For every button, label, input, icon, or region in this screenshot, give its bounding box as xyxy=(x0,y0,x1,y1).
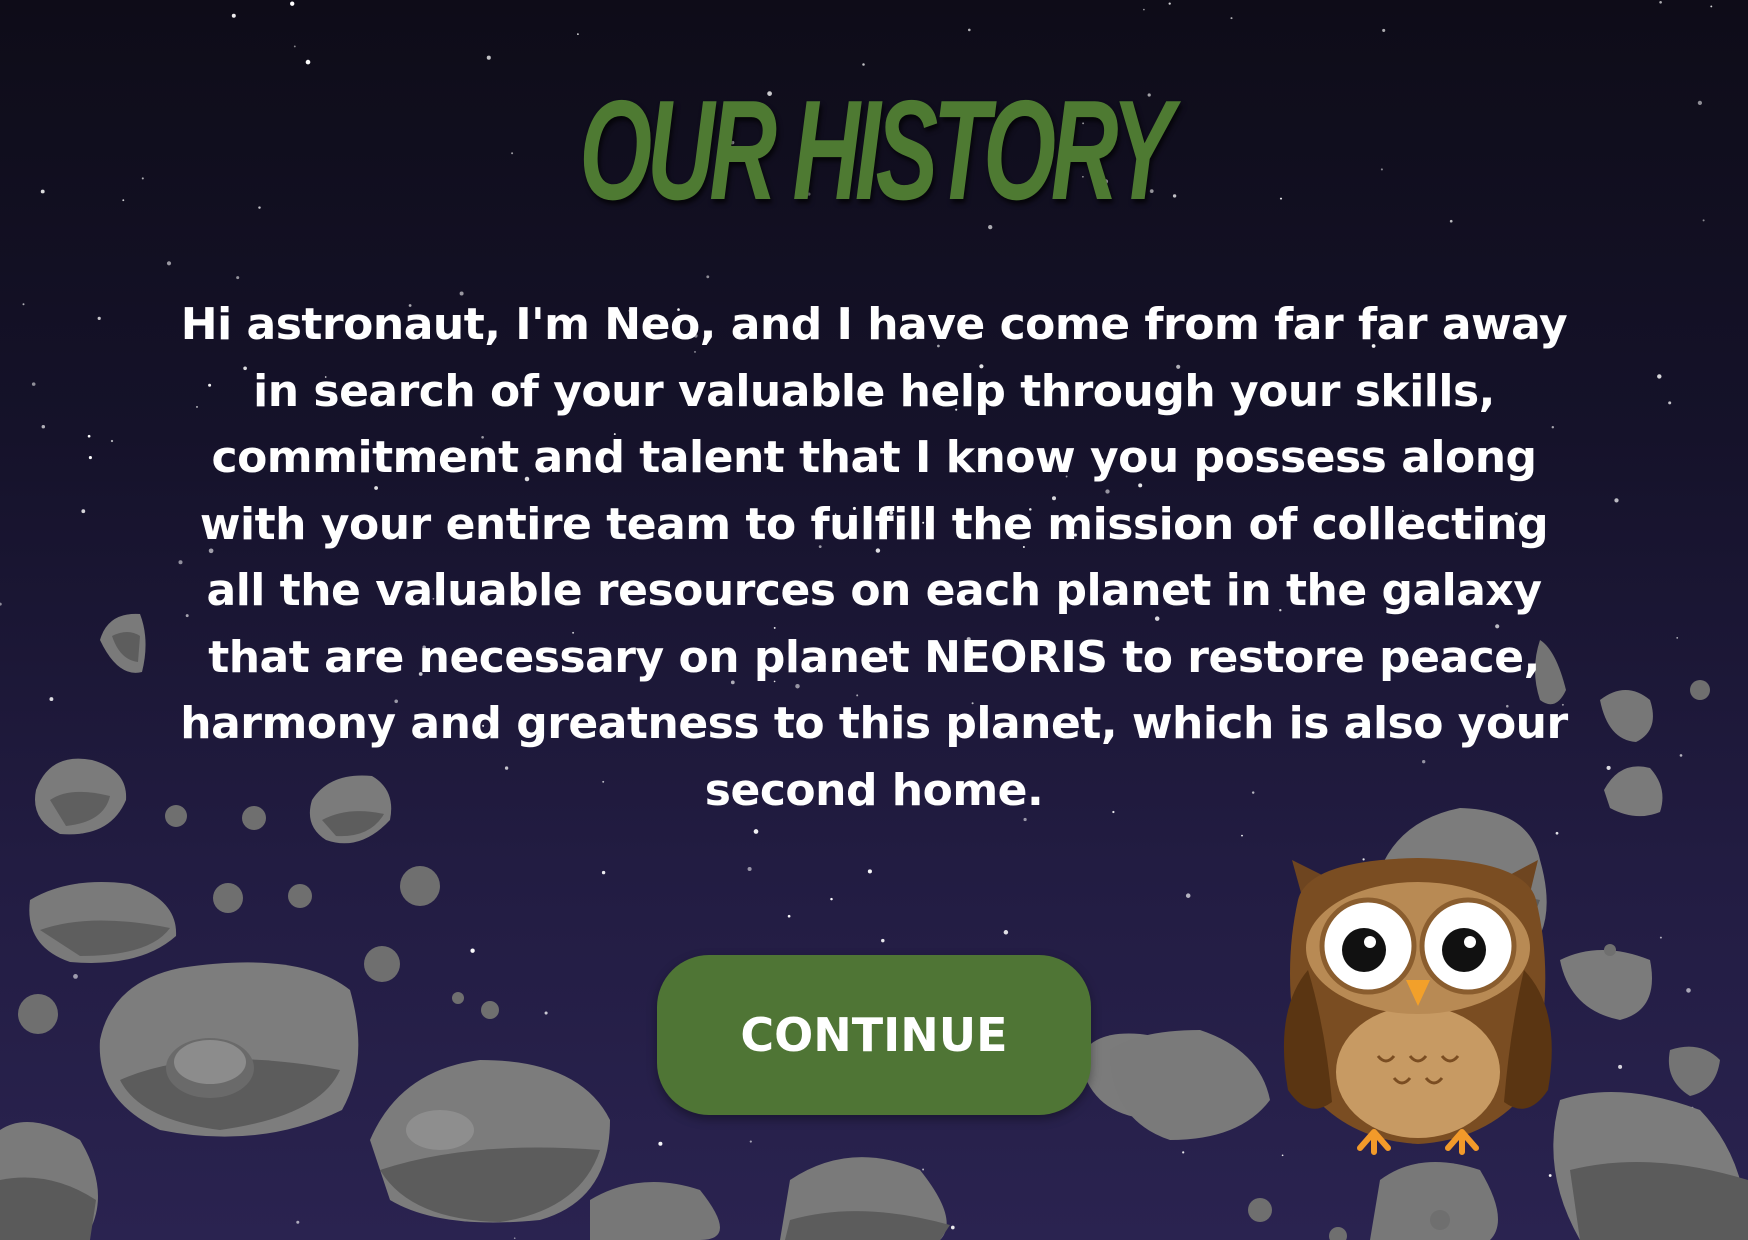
star xyxy=(31,382,36,386)
star xyxy=(577,33,579,35)
asteroid xyxy=(1553,1092,1748,1240)
star xyxy=(1230,17,1233,20)
asteroid xyxy=(100,613,146,673)
star xyxy=(1182,1151,1185,1154)
owl-mascot-icon xyxy=(1283,858,1552,1155)
page-title: OUR HISTORY xyxy=(579,71,1174,230)
star xyxy=(88,456,92,460)
star xyxy=(1657,374,1662,379)
continue-button[interactable]: CONTINUE xyxy=(657,955,1091,1115)
star xyxy=(305,59,311,65)
asteroid xyxy=(35,758,127,835)
asteroid xyxy=(370,1060,610,1223)
star xyxy=(81,509,86,514)
star xyxy=(706,275,710,279)
asteroid xyxy=(1600,690,1653,742)
star xyxy=(1382,28,1386,32)
star xyxy=(601,870,606,875)
star xyxy=(753,829,759,834)
star xyxy=(1606,765,1611,770)
star xyxy=(747,866,752,872)
star xyxy=(293,45,296,48)
asteroid xyxy=(99,962,359,1137)
star xyxy=(1710,5,1713,8)
star xyxy=(1185,893,1191,898)
star xyxy=(470,948,475,953)
star xyxy=(0,602,2,606)
asteroid xyxy=(780,1157,950,1240)
star xyxy=(258,206,261,209)
star xyxy=(73,974,78,979)
star xyxy=(1548,1174,1552,1177)
star xyxy=(1676,637,1679,639)
asteroid xyxy=(1668,1046,1720,1096)
star xyxy=(881,938,885,943)
star xyxy=(950,1225,955,1230)
star xyxy=(87,434,91,438)
story-text: Hi astronaut, I'm Neo, and I have come f… xyxy=(180,299,1568,816)
star xyxy=(922,1168,925,1171)
star xyxy=(749,1140,752,1143)
star xyxy=(513,1237,516,1240)
star xyxy=(166,261,172,266)
star xyxy=(544,1011,548,1015)
star xyxy=(1679,754,1683,757)
asteroid xyxy=(590,1182,720,1240)
star xyxy=(231,13,236,18)
history-screen: OUR HISTORY Hi astronaut, I'm Neo, and I… xyxy=(0,0,1748,1240)
star xyxy=(1659,936,1662,939)
star xyxy=(122,199,125,202)
star xyxy=(40,189,45,194)
star xyxy=(41,424,46,429)
star xyxy=(1702,219,1705,222)
star xyxy=(141,177,144,180)
star xyxy=(1241,834,1243,837)
star xyxy=(1659,0,1662,4)
star xyxy=(867,869,872,874)
star xyxy=(296,1220,300,1224)
star xyxy=(1686,988,1691,993)
star xyxy=(1668,401,1672,405)
asteroid xyxy=(1604,766,1663,817)
star xyxy=(658,1141,663,1146)
star xyxy=(1618,1064,1623,1069)
star xyxy=(290,1,295,6)
star xyxy=(1003,930,1009,935)
asteroid xyxy=(29,882,177,963)
star xyxy=(1614,498,1619,503)
star xyxy=(1555,831,1559,835)
star xyxy=(97,316,101,320)
star xyxy=(110,439,114,443)
asteroid xyxy=(1370,1162,1498,1240)
star xyxy=(967,28,971,32)
star xyxy=(787,914,791,918)
star xyxy=(830,897,833,901)
star xyxy=(22,303,25,306)
star xyxy=(236,276,240,280)
asteroid xyxy=(1560,950,1652,1020)
asteroid xyxy=(0,1122,98,1240)
star xyxy=(862,63,865,66)
star xyxy=(49,697,54,702)
star xyxy=(1168,2,1171,5)
star xyxy=(1143,8,1145,11)
star xyxy=(486,55,491,60)
star xyxy=(1697,100,1703,106)
asteroid xyxy=(1110,1030,1270,1140)
